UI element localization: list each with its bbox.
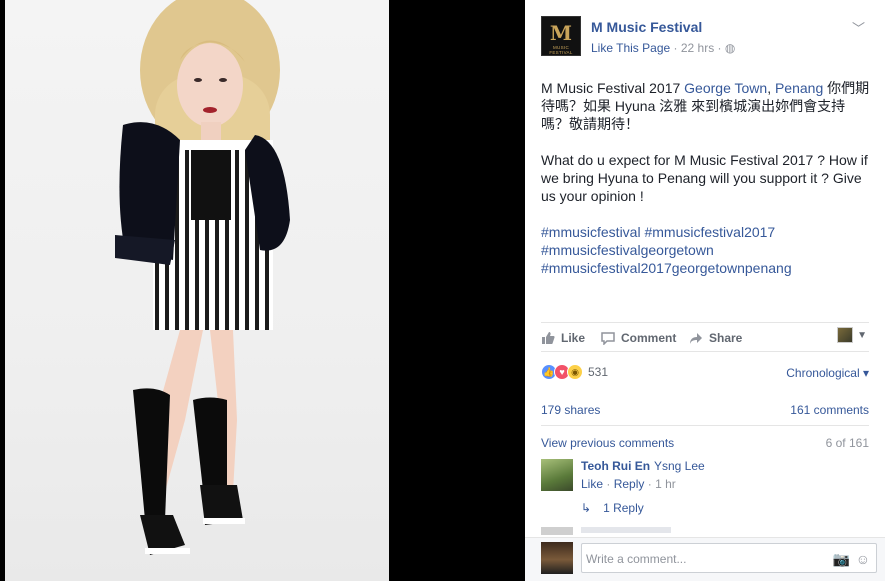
location-link-george-town[interactable]: George Town (684, 80, 767, 96)
comment-button[interactable]: Comment (601, 331, 676, 345)
hashtag-link[interactable]: #mmusicfestivalgeorgetown (541, 242, 714, 258)
divider (541, 425, 869, 426)
share-arrow-icon (690, 333, 702, 344)
reaction-count: 531 (588, 365, 609, 379)
post-meta: Like This Page · 22 hrs · ◍ (591, 41, 735, 55)
separator: · (647, 477, 656, 491)
post-text: M Music Festival 2017 (541, 80, 685, 96)
post-paragraph-1: M Music Festival 2017 George Town, Penan… (541, 79, 871, 133)
comment-order-dropdown[interactable]: Chronological ▾ (786, 366, 869, 380)
meta-separator-2: · (714, 41, 725, 55)
like-page-link[interactable]: Like This Page (591, 41, 670, 55)
comments-paging: 6 of 161 (825, 436, 869, 450)
photo-viewer: M MUSIC FESTIVAL M Music Festival Like T… (0, 0, 885, 581)
speech-bubble-icon (601, 332, 615, 345)
comments-count-link[interactable]: 161 comments (790, 403, 869, 417)
view-replies-link[interactable]: ↳ 1 Reply (581, 501, 644, 515)
comment-placeholder-text (581, 527, 671, 533)
meta-separator: · (670, 41, 681, 55)
comment-input[interactable]: Write a comment... 📷 ☺ (581, 543, 877, 573)
post-photo[interactable] (5, 0, 389, 581)
logo-letter: M (549, 21, 573, 45)
caret-down-icon: ▼ (857, 329, 867, 341)
location-link-penang[interactable]: Penang (775, 80, 823, 96)
avatar (541, 542, 573, 574)
post-actions-bar: Like Comment Share ▼ (541, 322, 869, 352)
comment-author-link[interactable]: Teoh Rui En (581, 459, 650, 473)
avatar[interactable] (541, 459, 573, 491)
share-button[interactable]: Share (689, 331, 742, 345)
separator: · (606, 477, 614, 491)
photo-illustration (115, 0, 290, 555)
shares-count-link[interactable]: 179 shares (541, 403, 600, 417)
post-sidebar: M MUSIC FESTIVAL M Music Festival Like T… (525, 0, 885, 581)
globe-icon: ◍ (724, 41, 736, 55)
comment-mention-link[interactable]: Ysng Lee (654, 459, 705, 473)
post-timestamp[interactable]: 22 hrs (681, 41, 714, 55)
reactions-summary[interactable]: 👍 ♥ ◉ 531 (541, 364, 608, 380)
comment-item: Teoh Rui En Ysng Lee Like · Reply · 1 hr (541, 457, 861, 497)
camera-icon[interactable]: 📷 (833, 551, 850, 568)
view-previous-comments-link[interactable]: View previous comments (541, 436, 674, 450)
wow-reaction-icon: ◉ (567, 364, 583, 380)
replies-count: 1 Reply (603, 501, 644, 515)
photo-pane (0, 0, 525, 581)
hashtag-link[interactable]: #mmusicfestival (541, 224, 641, 240)
share-label: Share (709, 331, 743, 345)
hashtag-link[interactable]: #mmusicfestival2017georgetownpenang (541, 260, 792, 276)
like-label: Like (561, 331, 586, 345)
page-avatar[interactable]: M MUSIC FESTIVAL (541, 16, 581, 56)
reply-arrow-icon: ↳ (581, 501, 592, 515)
emoji-icon[interactable]: ☺ (856, 551, 870, 567)
post-body: M Music Festival 2017 George Town, Penan… (541, 79, 871, 295)
post-header: M MUSIC FESTIVAL M Music Festival Like T… (541, 16, 869, 60)
hashtag-link[interactable]: #mmusicfestival2017 (644, 224, 775, 240)
post-as-selector[interactable]: ▼ (837, 327, 867, 343)
comment-like-link[interactable]: Like (581, 477, 603, 491)
chevron-down-icon[interactable]: ﹀ (852, 18, 865, 37)
thumbs-up-icon (542, 332, 555, 344)
comment-label: Comment (621, 331, 677, 345)
comment-reply-link[interactable]: Reply (614, 477, 645, 491)
like-button[interactable]: Like (541, 331, 585, 345)
comment-time[interactable]: 1 hr (655, 477, 676, 491)
avatar (837, 327, 854, 343)
next-comment-peek (541, 525, 861, 535)
comment-actions: Like · Reply · 1 hr (581, 477, 676, 491)
avatar (541, 527, 573, 535)
logo-subtext: MUSIC FESTIVAL (549, 45, 573, 55)
comment-placeholder: Write a comment... (586, 552, 687, 566)
page-name-link[interactable]: M Music Festival (591, 19, 702, 35)
comment-composer: Write a comment... 📷 ☺ (525, 537, 885, 581)
post-text-sep: , (767, 80, 775, 96)
post-hashtags: #mmusicfestival #mmusicfestival2017 #mmu… (541, 223, 871, 277)
post-paragraph-2: What do u expect for M Music Festival 20… (541, 152, 868, 204)
